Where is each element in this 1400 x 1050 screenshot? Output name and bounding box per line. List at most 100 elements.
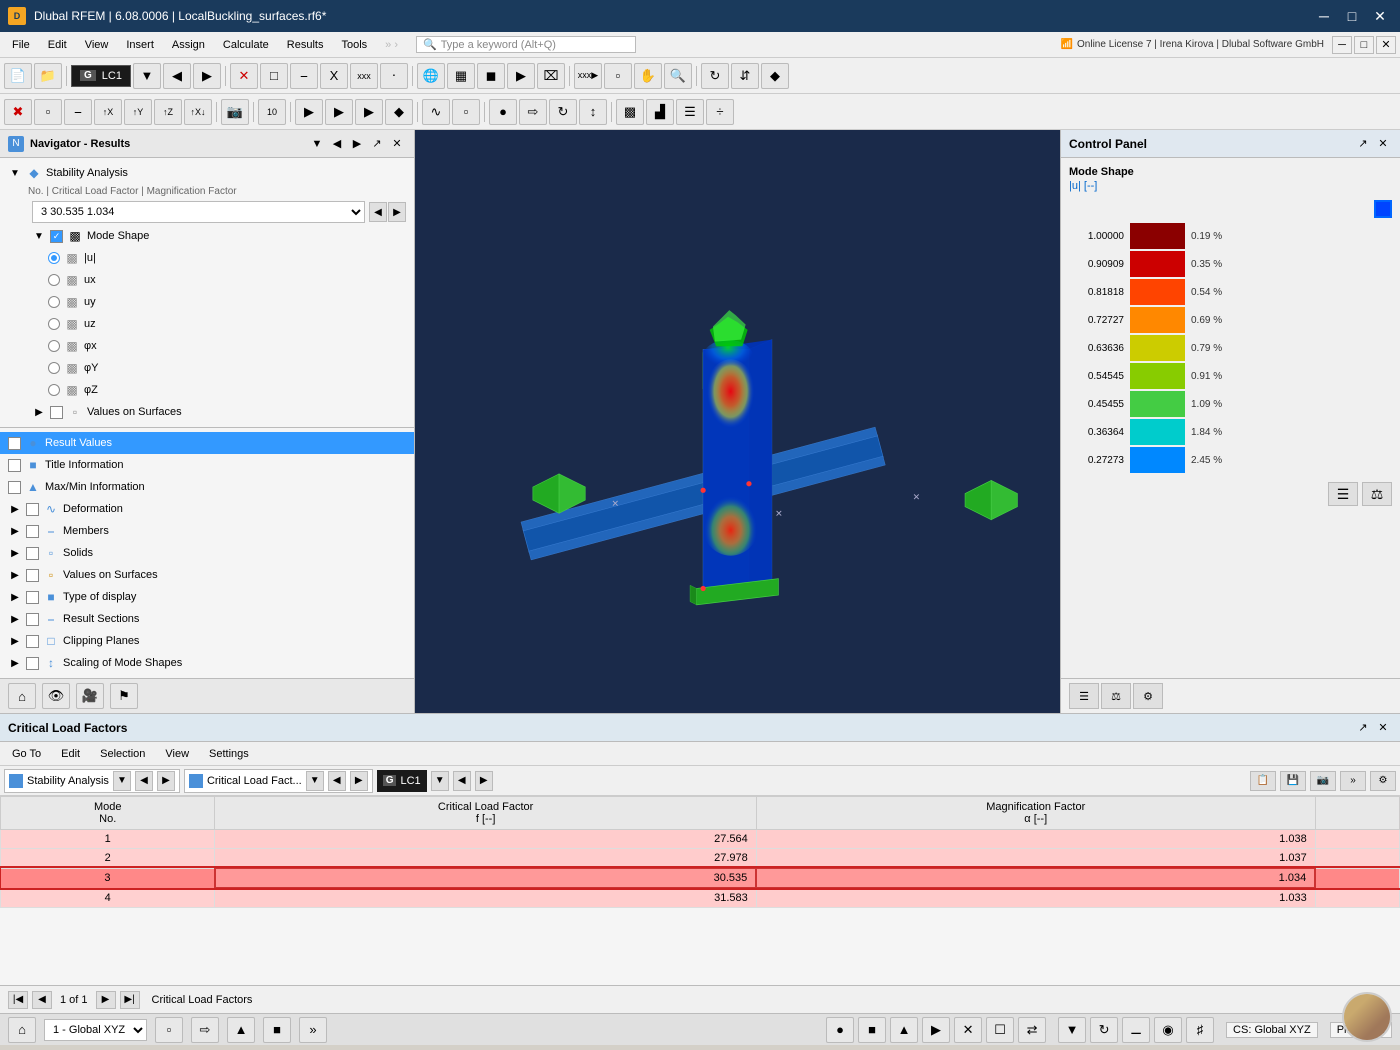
nav-close[interactable]: ✕ bbox=[388, 135, 406, 153]
perspective-btn[interactable]: ◆ bbox=[761, 63, 789, 89]
radio-pz[interactable] bbox=[48, 384, 60, 396]
member-btn[interactable]: ⎯ bbox=[64, 99, 92, 125]
rv-checkbox[interactable] bbox=[8, 437, 21, 450]
wire-btn[interactable]: ▦ bbox=[447, 63, 475, 89]
tool-num[interactable]: 10 bbox=[258, 99, 286, 125]
vs-expand[interactable]: ▶ bbox=[8, 568, 22, 582]
cp-tool-settings[interactable]: ⚙ bbox=[1133, 683, 1163, 709]
tool-arr2[interactable]: ▶ bbox=[325, 99, 353, 125]
st-btn3[interactable]: ▲ bbox=[890, 1017, 918, 1043]
mode-uy-item[interactable]: ▩ uy bbox=[0, 291, 414, 313]
values-checkbox[interactable] bbox=[50, 406, 63, 419]
ti-checkbox[interactable] bbox=[8, 459, 21, 472]
grid-btn[interactable]: ⌧ bbox=[537, 63, 565, 89]
nav-restore[interactable]: ↗ bbox=[368, 135, 386, 153]
mode-u-item[interactable]: ▩ |u| bbox=[0, 247, 414, 269]
zoom-btn[interactable]: 🔍 bbox=[664, 63, 692, 89]
mode-pz-item[interactable]: ▩ φZ bbox=[0, 379, 414, 401]
radio-uz[interactable] bbox=[48, 318, 60, 330]
stability-analysis-item[interactable]: ▼ ◆ Stability Analysis bbox=[0, 162, 414, 184]
mode-expand[interactable]: ▼ bbox=[32, 229, 46, 243]
cp-expand[interactable]: ▶ bbox=[8, 634, 22, 648]
sc-checkbox[interactable] bbox=[26, 657, 39, 670]
cube-btn[interactable]: ▫ bbox=[34, 99, 62, 125]
mode-selector[interactable]: 3 30.535 1.034 bbox=[32, 201, 365, 223]
radio-uy[interactable] bbox=[48, 296, 60, 308]
bp-result-selector[interactable]: Critical Load Fact... ▼ ◀ ▶ bbox=[184, 769, 373, 793]
bp-s1-prev[interactable]: ◀ bbox=[135, 771, 153, 791]
next-lc[interactable]: ▶ bbox=[193, 63, 221, 89]
nav-title-info[interactable]: ■ Title Information bbox=[0, 454, 414, 476]
bp-export-btn[interactable]: 💾 bbox=[1280, 771, 1306, 791]
cp-close[interactable]: ✕ bbox=[1374, 135, 1392, 153]
table-row[interactable]: 4 31.583 1.033 bbox=[1, 888, 1400, 908]
maximize-button[interactable]: □ bbox=[1340, 6, 1364, 26]
tool-sym[interactable]: ◆ bbox=[385, 99, 413, 125]
menu-results[interactable]: Results bbox=[279, 37, 332, 53]
mode-py-item[interactable]: ▩ φY bbox=[0, 357, 414, 379]
table-row[interactable]: 1 27.564 1.038 bbox=[1, 830, 1400, 849]
sol-checkbox[interactable] bbox=[26, 547, 39, 560]
cp-checkbox[interactable] bbox=[26, 635, 39, 648]
pan-btn[interactable]: ✋ bbox=[634, 63, 662, 89]
tool-array[interactable]: ☰ bbox=[676, 99, 704, 125]
dropdown-arrow[interactable]: ▼ bbox=[133, 63, 161, 89]
status-tool3[interactable]: ▲ bbox=[227, 1017, 255, 1043]
nav-scaling[interactable]: ▶ ↕ Scaling of Mode Shapes bbox=[0, 652, 414, 674]
sub-minimize[interactable]: ─ bbox=[1332, 36, 1352, 54]
sc-expand[interactable]: ▶ bbox=[8, 656, 22, 670]
lc-selector[interactable]: G LC1 bbox=[71, 65, 131, 87]
st-btn6[interactable]: ☐ bbox=[986, 1017, 1014, 1043]
tool-dot[interactable]: ⋅ bbox=[380, 63, 408, 89]
tool-arr1[interactable]: ▶ bbox=[295, 99, 323, 125]
fit-btn[interactable]: ⇵ bbox=[731, 63, 759, 89]
status-home[interactable]: ⌂ bbox=[8, 1017, 36, 1043]
bp-lc-prev[interactable]: ◀ bbox=[453, 771, 471, 791]
nav-result-values[interactable]: ● Result Values bbox=[0, 432, 414, 454]
table-row[interactable]: 2 27.978 1.037 bbox=[1, 849, 1400, 869]
td-checkbox[interactable] bbox=[26, 591, 39, 604]
cp-btn-1[interactable]: ☰ bbox=[1328, 482, 1358, 506]
nav-maxmin-info[interactable]: ▲ Max/Min Information bbox=[0, 476, 414, 498]
move-btn[interactable]: ↑X↓ bbox=[184, 99, 212, 125]
tool-rotate2[interactable]: ↻ bbox=[549, 99, 577, 125]
more-tools[interactable]: xxx▶ bbox=[574, 63, 602, 89]
cp-tool-list[interactable]: ☰ bbox=[1069, 683, 1099, 709]
status-tool4[interactable]: ■ bbox=[263, 1017, 291, 1043]
cp-restore[interactable]: ↗ bbox=[1354, 135, 1372, 153]
def-checkbox[interactable] bbox=[26, 503, 39, 516]
sub-maximize[interactable]: □ bbox=[1354, 36, 1374, 54]
expand-icon[interactable]: ▼ bbox=[8, 166, 22, 180]
st-btn2[interactable]: ■ bbox=[858, 1017, 886, 1043]
menu-calculate[interactable]: Calculate bbox=[215, 37, 277, 53]
bp-menu-goto[interactable]: Go To bbox=[4, 747, 49, 761]
tool-mirror[interactable]: ▟ bbox=[646, 99, 674, 125]
table-row-selected[interactable]: 3 30.535 1.034 bbox=[1, 868, 1400, 888]
bp-more-btn[interactable]: » bbox=[1340, 771, 1366, 791]
bp-s1-dropdown[interactable]: ▼ bbox=[113, 771, 131, 791]
mode-px-item[interactable]: ▩ φx bbox=[0, 335, 414, 357]
tool-move2[interactable]: ⇨ bbox=[519, 99, 547, 125]
shade-btn[interactable]: ◼ bbox=[477, 63, 505, 89]
pg-first[interactable]: |◀ bbox=[8, 991, 28, 1009]
mode-next[interactable]: ▶ bbox=[388, 202, 406, 222]
st-btn9[interactable]: ↻ bbox=[1090, 1017, 1118, 1043]
bp-close[interactable]: ✕ bbox=[1374, 719, 1392, 737]
menu-edit[interactable]: Edit bbox=[40, 37, 75, 53]
mm-checkbox[interactable] bbox=[8, 481, 21, 494]
pg-next[interactable]: ▶ bbox=[96, 991, 116, 1009]
pg-prev[interactable]: ◀ bbox=[32, 991, 52, 1009]
mem-checkbox[interactable] bbox=[26, 525, 39, 538]
tool-x[interactable]: X bbox=[320, 63, 348, 89]
tool-cross[interactable]: ✕ bbox=[230, 63, 258, 89]
coord-system-selector[interactable]: 1 - Global XYZ bbox=[44, 1019, 147, 1041]
bp-lc-selector[interactable]: G LC1 bbox=[377, 770, 427, 792]
st-btn4[interactable]: ▶ bbox=[922, 1017, 950, 1043]
cp-tool-balance[interactable]: ⚖ bbox=[1101, 683, 1131, 709]
def-expand[interactable]: ▶ bbox=[8, 502, 22, 516]
mode-shape-checkbox[interactable]: ✓ bbox=[50, 230, 63, 243]
bp-copy-btn[interactable]: 📋 bbox=[1250, 771, 1276, 791]
nav-eye[interactable]: 👁 bbox=[42, 683, 70, 709]
axis-y[interactable]: ↑Y bbox=[124, 99, 152, 125]
vs-checkbox[interactable] bbox=[26, 569, 39, 582]
